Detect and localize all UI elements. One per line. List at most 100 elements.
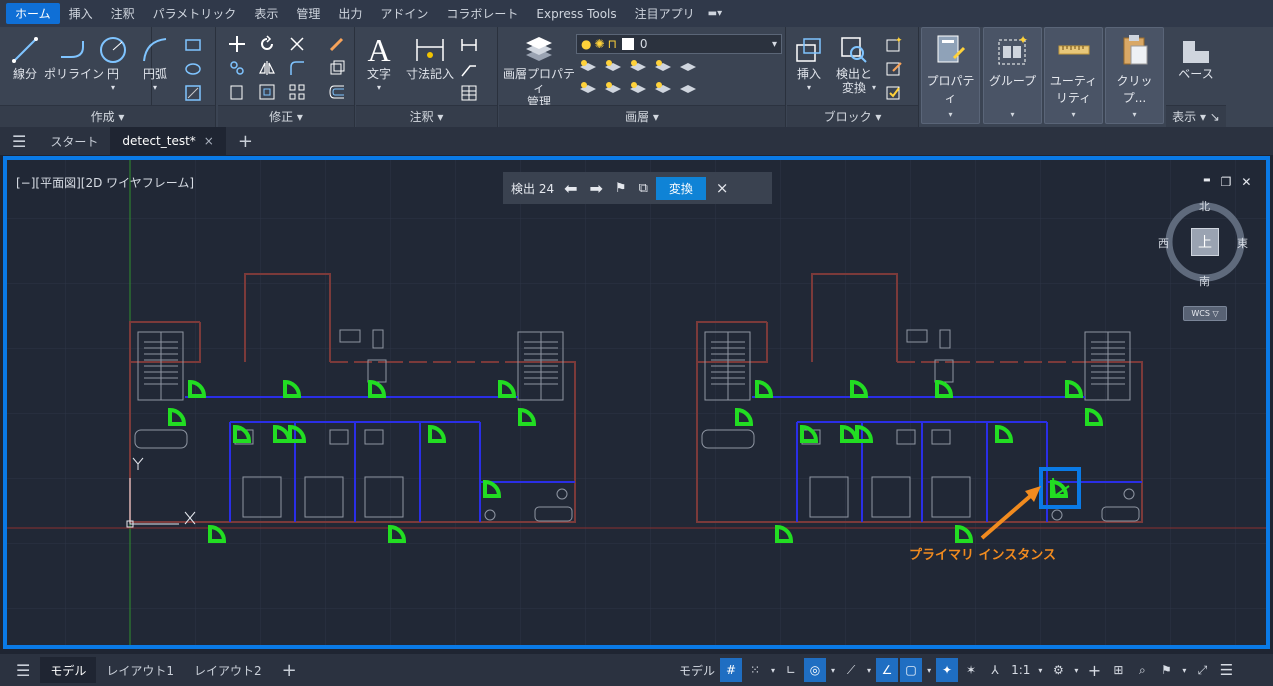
view-cube[interactable]: 上 北 南 東 西	[1158, 198, 1248, 288]
menu-addins[interactable]: アドイン	[371, 3, 437, 24]
annotation-monitor-icon[interactable]: +	[1083, 658, 1105, 682]
close-tab-icon[interactable]: ×	[204, 134, 214, 148]
detect-dropdown-icon[interactable]: ▾	[872, 83, 876, 92]
compass-north[interactable]: 北	[1199, 198, 1210, 214]
array-rect-icon[interactable]	[288, 83, 306, 101]
rotate-icon[interactable]	[258, 35, 276, 53]
circle-tool[interactable]: 円 ▾	[96, 33, 130, 95]
snap-dropdown-icon[interactable]: ▾	[768, 658, 778, 682]
menu-collaborate[interactable]: コラボレート	[437, 3, 527, 24]
annotation-visibility-icon[interactable]: ✦	[936, 658, 959, 682]
snap-icon[interactable]: ⁙	[744, 658, 766, 682]
next-icon[interactable]: ➡	[590, 179, 603, 198]
dimension-tool[interactable]: 寸法記入	[406, 33, 454, 81]
osnap-dropdown-icon[interactable]: ▾	[924, 658, 934, 682]
viewport-label[interactable]: [−][平面図][2D ワイヤフレーム]	[16, 174, 194, 191]
flag-icon[interactable]: ⚑	[615, 181, 627, 196]
close-icon[interactable]: ✕	[1241, 175, 1251, 189]
layout-tab-model[interactable]: モデル	[40, 657, 97, 683]
clipboard-dropdown-icon[interactable]: ▾	[1106, 110, 1163, 119]
rectangle-icon[interactable]	[184, 36, 202, 54]
insert-tool[interactable]: 挿入 ▾	[789, 33, 829, 95]
block-panel-title[interactable]: ブロック ▾	[787, 105, 918, 127]
menu-parametric[interactable]: パラメトリック	[144, 3, 246, 24]
utilities-panel[interactable]: ユーティリティ ▾	[1044, 27, 1103, 124]
layer-properties-tool[interactable]: 画層プロパティ 管理	[501, 33, 577, 109]
move-icon[interactable]	[228, 35, 246, 53]
menu-output[interactable]: 出力	[329, 3, 371, 24]
layout-tab-1[interactable]: レイアウト1	[96, 657, 184, 683]
leader-icon[interactable]	[460, 60, 478, 78]
auto-scale-icon[interactable]: ✶	[960, 658, 982, 682]
layer-select[interactable]: ● ✺ ⊓ 0 ▾	[576, 34, 782, 54]
properties-dropdown-icon[interactable]: ▾	[922, 110, 979, 119]
wcs-menu[interactable]: WCS ▽	[1183, 306, 1227, 321]
line-tool[interactable]: 線分	[8, 33, 42, 81]
viewcube-top-face[interactable]: 上	[1191, 228, 1219, 256]
add-layout-button[interactable]: +	[272, 657, 307, 683]
layout-tab-2[interactable]: レイアウト2	[184, 657, 272, 683]
menu-express-tools[interactable]: Express Tools	[527, 5, 625, 23]
tab-detect-test[interactable]: detect_test* ×	[110, 127, 226, 155]
menu-featured-apps[interactable]: 注目アプリ	[626, 3, 704, 24]
clipboard-panel[interactable]: クリップ... ▾	[1105, 27, 1164, 124]
erase-icon[interactable]	[328, 35, 346, 53]
quick-properties-icon[interactable]: ⌕	[1131, 658, 1153, 682]
ortho-icon[interactable]: ∟	[780, 658, 802, 682]
isolate-dropdown-icon[interactable]: ▾	[1179, 658, 1189, 682]
text-dropdown-icon[interactable]: ▾	[377, 81, 381, 95]
model-space-button[interactable]: モデル	[676, 658, 718, 682]
workspace-gear-icon[interactable]: ⚙	[1047, 658, 1069, 682]
table-icon[interactable]	[460, 84, 478, 102]
app-menu-icon[interactable]: ☰	[0, 127, 38, 155]
isolate-objects-icon[interactable]: ⚑	[1155, 658, 1177, 682]
copy-selection-icon[interactable]: ⧉	[639, 181, 648, 196]
polyline-tool[interactable]: ポリライン	[44, 33, 104, 81]
properties-panel[interactable]: プロパティ ▾	[921, 27, 980, 124]
array-icon[interactable]	[328, 59, 346, 77]
isodraft-dropdown-icon[interactable]: ▾	[864, 658, 874, 682]
workspace-dropdown-icon[interactable]: ▾	[1071, 658, 1081, 682]
scale-value[interactable]: 1:1	[1008, 658, 1033, 682]
view-panel-title[interactable]: 表示 ▾ ↘	[1166, 105, 1226, 127]
text-tool[interactable]: A 文字 ▾	[362, 33, 396, 95]
utilities-dropdown-icon[interactable]: ▾	[1045, 110, 1102, 119]
restore-icon[interactable]: ❐	[1221, 175, 1232, 189]
compass-south[interactable]: 南	[1199, 273, 1210, 289]
trim-icon[interactable]	[288, 35, 306, 53]
polar-dropdown-icon[interactable]: ▾	[828, 658, 838, 682]
linear-dim-icon[interactable]	[460, 36, 478, 54]
polar-icon[interactable]: ◎	[804, 658, 827, 682]
grid-icon[interactable]: #	[720, 658, 743, 682]
convert-button[interactable]: 変換	[655, 176, 706, 200]
units-icon[interactable]: ⊞	[1107, 658, 1129, 682]
new-tab-button[interactable]: +	[226, 127, 265, 155]
insert-dropdown-icon[interactable]: ▾	[807, 81, 811, 95]
compass-east[interactable]: 東	[1237, 235, 1248, 251]
menu-home[interactable]: ホーム	[6, 3, 60, 24]
layers-panel-title[interactable]: 画層 ▾	[499, 105, 785, 127]
customize-menu-icon[interactable]: ☰	[1215, 658, 1237, 682]
fullscreen-icon[interactable]: ⤢	[1191, 658, 1213, 682]
compass-west[interactable]: 西	[1158, 235, 1169, 251]
drawing-viewport[interactable]: [−][平面図][2D ワイヤフレーム] 検出 24 ⬅ ➡ ⚑ ⧉ 変換 × …	[3, 156, 1270, 649]
annotation-panel-title[interactable]: 注釈 ▾	[356, 105, 497, 127]
circle-dropdown-icon[interactable]: ▾	[111, 81, 115, 95]
group-panel[interactable]: ✦ グループ ▾	[983, 27, 1042, 124]
object-snap-icon[interactable]: ▢	[900, 658, 923, 682]
status-menu-icon[interactable]: ☰	[6, 657, 40, 683]
stretch-icon[interactable]	[228, 83, 246, 101]
layer-tool-icons[interactable]	[578, 59, 698, 105]
scale-icon[interactable]	[258, 83, 276, 101]
prev-icon[interactable]: ⬅	[564, 179, 577, 198]
minimize-icon[interactable]: ▬	[1203, 175, 1211, 189]
fillet-icon[interactable]	[288, 59, 306, 77]
menu-insert[interactable]: 挿入	[60, 3, 102, 24]
detect-convert-tool[interactable]: 検出と 変換	[833, 33, 875, 95]
scale-dropdown-icon[interactable]: ▾	[1035, 658, 1045, 682]
ellipse-icon[interactable]	[184, 60, 202, 78]
edit-attribute-icon[interactable]	[885, 83, 903, 101]
modify-panel-title[interactable]: 修正 ▾	[218, 105, 354, 127]
menu-annotate[interactable]: 注釈	[102, 3, 144, 24]
base-view-tool[interactable]: ベース	[1176, 33, 1216, 81]
